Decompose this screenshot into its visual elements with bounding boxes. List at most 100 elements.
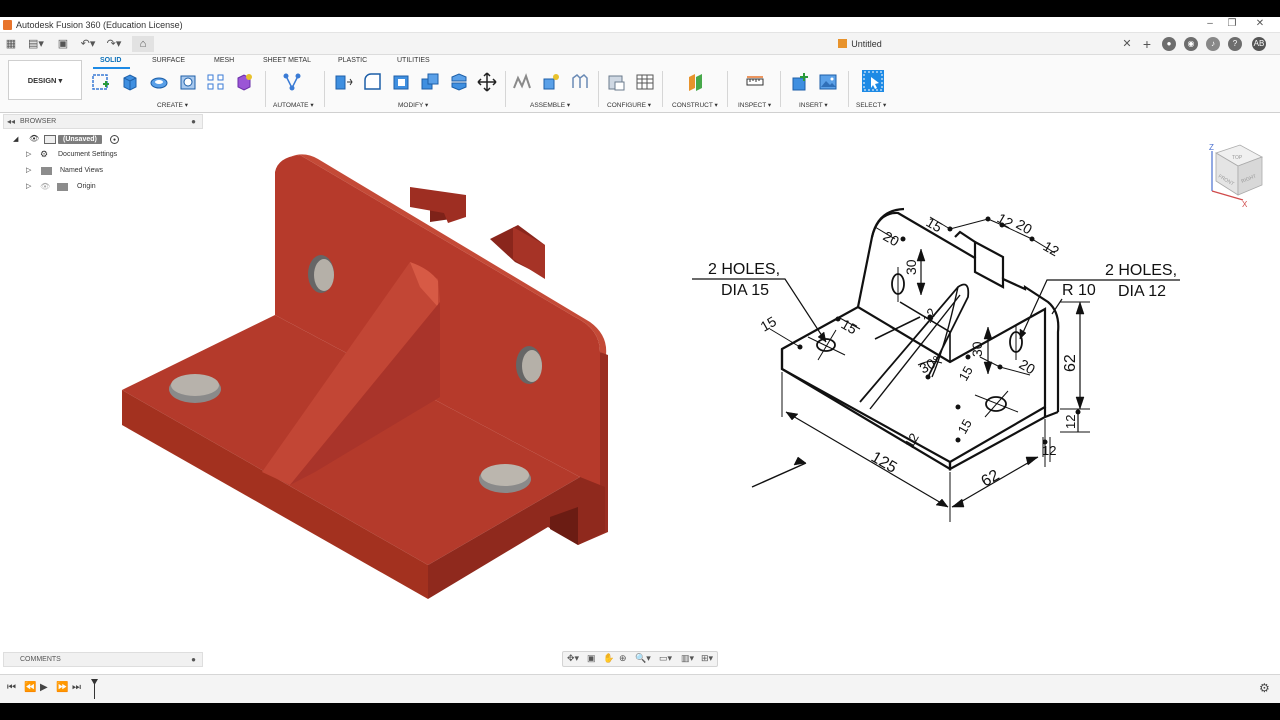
hole-note-12-line2: DIA 12	[1118, 283, 1166, 300]
document-title: Untitled	[851, 39, 882, 49]
configure-group-label[interactable]: CONFIGURE ▾	[607, 101, 651, 109]
redo-icon[interactable]: ↷▾	[104, 36, 124, 52]
dim-12-slot-a: 12	[995, 210, 1017, 232]
extensions-icon[interactable]: ●	[1162, 37, 1176, 51]
orbit-icon[interactable]: ✥▾	[567, 653, 579, 664]
modify-group-label[interactable]: MODIFY ▾	[398, 101, 428, 109]
combine-icon[interactable]	[420, 72, 440, 92]
model-hole-inner	[171, 374, 219, 396]
create-sketch-icon[interactable]	[91, 72, 111, 92]
dim-30-b: 30	[969, 341, 985, 357]
radius-note: R 10	[1062, 282, 1096, 299]
timeline-settings-gear-icon[interactable]: ⚙	[1259, 681, 1270, 695]
app-grid-icon[interactable]: ▦	[4, 36, 18, 52]
timeline-marker[interactable]	[91, 679, 98, 699]
measure-icon[interactable]	[745, 72, 765, 92]
revolve-icon[interactable]	[149, 72, 169, 92]
grid-settings-icon[interactable]: ▥▾	[681, 653, 694, 664]
job-status-icon[interactable]: ◉	[1184, 37, 1198, 51]
hole-note-15-line1: 2 HOLES,	[708, 261, 780, 278]
undo-icon[interactable]: ↶▾	[78, 36, 98, 52]
model-hole-inner	[314, 259, 334, 291]
minimize-icon[interactable]: –	[1200, 18, 1220, 29]
add-comment-icon[interactable]: ●	[191, 655, 196, 664]
fusion-window: Autodesk Fusion 360 (Education License) …	[0, 17, 1280, 703]
workspace-switcher[interactable]: DESIGN ▾	[8, 60, 82, 100]
pattern-icon[interactable]	[206, 72, 226, 92]
viewcube-top-label: TOP	[1232, 155, 1243, 161]
create-form-icon[interactable]	[234, 72, 254, 92]
ribbon-separator	[265, 71, 266, 107]
bracket-3d-model[interactable]	[122, 154, 608, 599]
configuration-table-icon[interactable]	[635, 72, 655, 92]
dim-30-a: 30	[903, 259, 919, 275]
look-at-icon[interactable]: ▣	[587, 653, 596, 664]
dim-20-top: 20	[881, 228, 903, 250]
tab-sheet-metal[interactable]: SHEET METAL	[263, 57, 311, 64]
comments-title: COMMENTS	[20, 656, 61, 663]
joint-icon[interactable]	[541, 72, 561, 92]
tab-surface[interactable]: SURFACE	[152, 57, 185, 64]
offset-plane-icon[interactable]	[686, 72, 706, 92]
notifications-icon[interactable]: ♪	[1206, 37, 1220, 51]
viewports-icon[interactable]: ⊞▾	[701, 653, 713, 664]
hole-icon[interactable]	[178, 72, 198, 92]
document-tab[interactable]: Untitled	[590, 34, 1130, 55]
dim-15-hole-a: 15	[758, 313, 780, 335]
assemble-group-label[interactable]: ASSEMBLE ▾	[530, 101, 570, 109]
new-tab-icon[interactable]: +	[1140, 36, 1154, 52]
dim-12-plate: 12	[1063, 415, 1078, 429]
go-to-start-icon[interactable]: ⏮	[7, 682, 16, 693]
go-to-end-icon[interactable]: ⏭	[72, 682, 81, 693]
select-icon[interactable]	[861, 69, 885, 93]
shell-icon[interactable]	[391, 72, 411, 92]
as-built-joint-icon[interactable]	[570, 72, 590, 92]
select-group-label[interactable]: SELECT ▾	[856, 101, 886, 109]
configure-icon[interactable]	[606, 72, 626, 92]
move-copy-icon[interactable]	[477, 72, 497, 92]
extrude-icon[interactable]	[120, 72, 140, 92]
save-icon[interactable]: ▣	[56, 36, 70, 52]
tab-mesh[interactable]: MESH	[214, 57, 234, 64]
dim-12-base: 12	[1042, 443, 1056, 458]
user-avatar[interactable]: AB	[1252, 37, 1266, 51]
ribbon-separator	[662, 71, 663, 107]
insert-derive-icon[interactable]	[790, 72, 810, 92]
dim-62-height: 62	[1062, 354, 1079, 372]
restore-icon[interactable]: ❐	[1222, 18, 1242, 29]
help-icon[interactable]: ?	[1228, 37, 1242, 51]
fusion-logo-icon	[3, 20, 12, 30]
fillet-icon[interactable]	[362, 72, 382, 92]
construct-group-label[interactable]: CONSTRUCT ▾	[672, 101, 718, 109]
pan-icon[interactable]: ✋	[603, 653, 614, 664]
insert-canvas-icon[interactable]	[818, 72, 838, 92]
close-window-icon[interactable]: ✕	[1250, 18, 1270, 29]
play-icon[interactable]: ▶	[40, 682, 48, 693]
press-pull-icon[interactable]	[333, 72, 353, 92]
ribbon-separator	[324, 71, 325, 107]
tab-solid[interactable]: SOLID	[100, 57, 121, 64]
split-body-icon[interactable]	[449, 72, 469, 92]
automate-group-label[interactable]: AUTOMATE ▾	[273, 101, 314, 109]
display-settings-icon[interactable]: ▭▾	[659, 653, 672, 664]
automate-icon[interactable]	[282, 72, 302, 92]
design-canvas[interactable]: 2 HOLES, DIA 15 2 HOLES, DIA 12 R 10 125…	[0, 113, 1280, 673]
fit-icon[interactable]: 🔍▾	[635, 653, 651, 664]
dim-12-rib-base: 12	[902, 430, 922, 450]
insert-group-label[interactable]: INSERT ▾	[799, 101, 828, 109]
inspect-group-label[interactable]: INSPECT ▾	[738, 101, 771, 109]
viewcube[interactable]: Z X TOP FRONT RIGHT	[1209, 143, 1263, 209]
step-back-icon[interactable]: ⏪	[24, 682, 36, 693]
step-forward-icon[interactable]: ⏩	[56, 682, 68, 693]
zoom-icon[interactable]: ⊕	[619, 653, 627, 664]
dim-20-side: 20	[1017, 356, 1039, 378]
tab-plastic[interactable]: PLASTIC	[338, 57, 367, 64]
create-group-label[interactable]: CREATE ▾	[157, 101, 188, 109]
new-component-icon[interactable]	[512, 72, 532, 92]
home-icon[interactable]: ⌂	[132, 36, 154, 52]
tab-utilities[interactable]: UTILITIES	[397, 57, 430, 64]
ribbon-separator	[848, 71, 849, 107]
comments-panel-header[interactable]: COMMENTS ●	[3, 652, 203, 667]
file-menu-icon[interactable]: ▤▾	[26, 36, 46, 52]
close-tab-icon[interactable]: ✕	[1120, 36, 1134, 52]
